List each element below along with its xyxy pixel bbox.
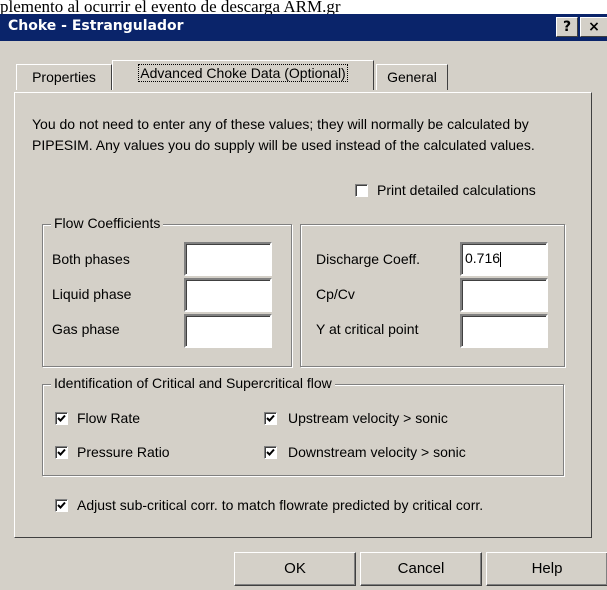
checkmark-icon — [57, 414, 66, 422]
close-icon[interactable]: × — [580, 17, 607, 37]
title-bar: Choke - Estrangulador ? × — [0, 14, 607, 41]
gas-phase-label: Gas phase — [52, 321, 120, 337]
adjust-subcritical-checkbox[interactable] — [55, 499, 68, 512]
choke-dialog: Choke - Estrangulador ? × Properties Adv… — [0, 14, 607, 590]
liquid-phase-label: Liquid phase — [52, 286, 132, 302]
y-critical-label: Y at critical point — [316, 321, 419, 337]
ok-button[interactable]: OK — [234, 552, 356, 586]
critical-flow-group: Identification of Critical and Supercrit… — [42, 375, 564, 476]
flow-rate-label: Flow Rate — [77, 410, 141, 426]
upstream-checkbox[interactable] — [264, 412, 277, 425]
pressure-ratio-label: Pressure Ratio — [77, 444, 170, 460]
tab-general-label: General — [387, 69, 437, 85]
gas-phase-input[interactable] — [184, 314, 272, 348]
downstream-label: Downstream velocity > sonic — [288, 444, 466, 460]
tab-properties[interactable]: Properties — [16, 64, 112, 90]
downstream-checkbox[interactable] — [264, 446, 277, 459]
tab-advanced-label: Advanced Choke Data (Optional) — [138, 64, 348, 82]
print-detailed-label: Print detailed calculations — [377, 182, 536, 198]
checkmark-icon — [57, 501, 66, 509]
upstream-label: Upstream velocity > sonic — [288, 410, 448, 426]
both-phases-label: Both phases — [52, 251, 130, 267]
window-title: Choke - Estrangulador — [8, 18, 184, 34]
pressure-ratio-checkbox[interactable] — [55, 446, 68, 459]
critical-flow-title: Identification of Critical and Supercrit… — [51, 375, 335, 391]
discharge-coeff-value: 0.716 — [465, 250, 501, 266]
flow-coefficients-title: Flow Coefficients — [51, 215, 164, 231]
print-detailed-checkbox[interactable] — [355, 184, 368, 197]
discharge-coeff-input[interactable]: 0.716 — [460, 242, 548, 276]
y-critical-input[interactable] — [460, 314, 548, 348]
cp-cv-label: Cp/Cv — [316, 286, 355, 302]
flow-rate-checkbox[interactable] — [55, 412, 68, 425]
checkmark-icon — [266, 414, 275, 422]
help-button[interactable]: Help — [486, 552, 607, 586]
cancel-button[interactable]: Cancel — [360, 552, 482, 586]
cp-cv-input[interactable] — [460, 278, 548, 312]
tab-properties-label: Properties — [32, 69, 96, 85]
help-title-button[interactable]: ? — [556, 17, 578, 37]
liquid-phase-input[interactable] — [184, 278, 272, 312]
tab-advanced-choke-data[interactable]: Advanced Choke Data (Optional) — [112, 60, 374, 90]
text-caret — [500, 251, 502, 267]
both-phases-input[interactable] — [184, 242, 272, 276]
tab-general[interactable]: General — [376, 64, 448, 90]
checkmark-icon — [57, 448, 66, 456]
discharge-coeff-label: Discharge Coeff. — [316, 251, 421, 267]
intro-text: You do not need to enter any of these va… — [32, 116, 535, 153]
checkmark-icon — [266, 448, 275, 456]
adjust-subcritical-label: Adjust sub-critical corr. to match flowr… — [77, 497, 484, 513]
